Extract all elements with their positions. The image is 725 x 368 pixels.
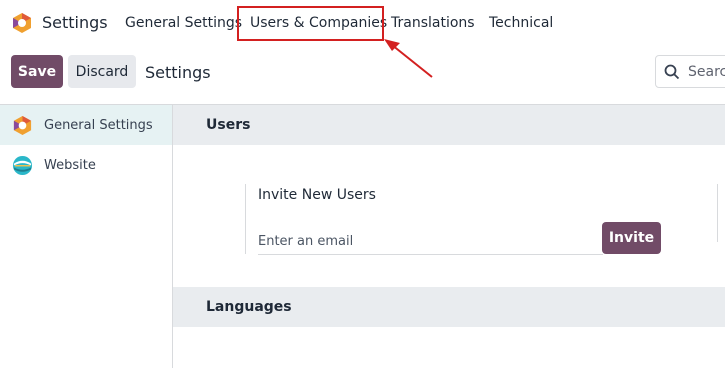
website-icon <box>12 155 33 176</box>
highlight-annotation-box <box>237 6 384 41</box>
invite-button[interactable]: Invite <box>602 222 661 254</box>
menu-general-settings[interactable]: General Settings <box>125 15 242 31</box>
odoo-logo-icon <box>13 115 32 136</box>
sidebar-item-website[interactable]: Website <box>0 145 172 185</box>
sidebar-item-label: Website <box>44 158 96 173</box>
email-field[interactable] <box>258 229 603 255</box>
sidebar-item-general-settings[interactable]: General Settings <box>0 105 172 145</box>
search-input[interactable]: Search... <box>655 55 725 88</box>
annotation-arrow-icon <box>384 39 433 78</box>
top-navbar: Settings General Settings Users & Compan… <box>0 0 725 78</box>
save-button[interactable]: Save <box>11 55 63 88</box>
settings-sidebar: General Settings Website <box>0 105 173 368</box>
sidebar-item-label: General Settings <box>44 118 153 133</box>
section-languages-header: Languages <box>173 287 725 327</box>
search-placeholder: Search... <box>688 64 725 80</box>
setting-divider <box>717 184 718 242</box>
discard-button[interactable]: Discard <box>68 55 136 88</box>
menu-translations[interactable]: Translations <box>391 15 475 31</box>
settings-main: Users Invite New Users Invite Languages <box>173 105 725 368</box>
section-title: Users <box>206 117 251 133</box>
search-icon <box>664 64 680 80</box>
section-users-header: Users <box>173 105 725 145</box>
menu-technical[interactable]: Technical <box>489 15 553 31</box>
setting-divider <box>245 184 246 254</box>
page-title: Settings <box>145 63 211 82</box>
invite-users-title: Invite New Users <box>258 187 376 203</box>
section-title: Languages <box>206 299 292 315</box>
app-title[interactable]: Settings <box>42 13 108 32</box>
odoo-logo-icon[interactable] <box>11 12 33 34</box>
